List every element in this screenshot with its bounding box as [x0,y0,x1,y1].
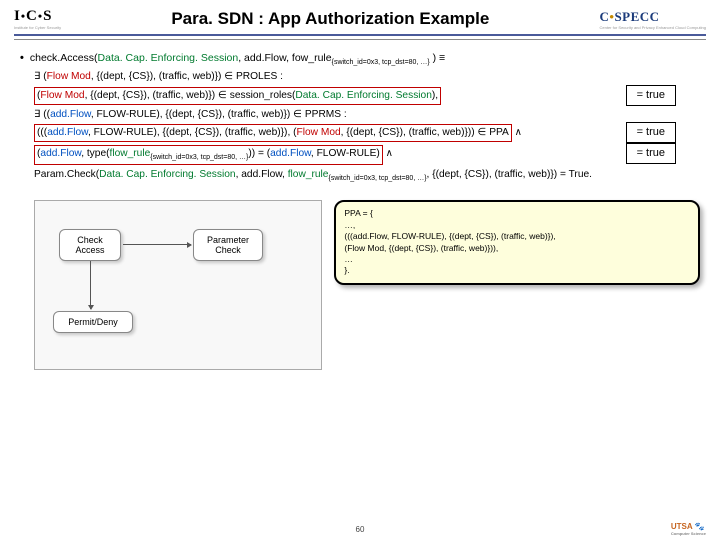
line-2: ∃ (Flow Mod, {(dept, {CS}), (traffic, we… [20,70,700,84]
l1-end: ) ≡ [430,52,445,64]
logo-right-specc: SPECC [614,9,659,24]
arrow-right-icon [123,244,191,245]
l4-pre: ∃ (( [34,109,50,120]
l5-end: , {(dept, {CS}), (traffic, web)})) ∈ PPA [341,127,509,138]
line-1: check.Access(Data. Cap. Enforcing. Sessi… [30,52,445,66]
l7-pre: Param.Check( [34,169,99,180]
ppa-l2: (((add.Flow, FLOW-RULE), {(dept, {CS}), … [344,231,690,242]
l2-rest: , {(dept, {CS}), (traffic, web)}) ∈ PROL… [91,71,283,82]
l1-arg2: , add.Flow, fow_rule [238,52,331,64]
diagram-row: Check Access Parameter Check Permit/Deny… [0,186,720,370]
l2-pre: ∃ ( [34,71,47,82]
page-number: 60 [356,525,365,534]
content-area: • check.Access(Data. Cap. Enforcing. Ses… [0,46,720,183]
flow-diagram: Check Access Parameter Check Permit/Deny [34,200,322,370]
ppa-l1: …, [344,220,690,231]
ppa-l0: PPA = { [344,208,690,219]
line-6-row: (add.Flow, type(flow_rule{switch_id=0x3,… [20,145,700,164]
logo-left-subtitle: Institute for Cyber Security [14,25,61,30]
l6-mid: , type( [81,148,109,159]
l1-pre: check.Access( [30,52,98,64]
node-check-access: Check Access [59,229,121,261]
l7-fr: flow_rule [288,169,329,180]
l7-mid2: , {(dept, {CS}), (traffic, web)}) = True… [427,169,592,180]
header-rule-thick [14,34,706,36]
node-parameter-check: Parameter Check [193,229,263,261]
logo-left-s: S [43,8,52,24]
l6-af: add.Flow [40,148,81,159]
footer-logo: UTSA 🐾 Computer Science [671,522,706,536]
line-7: Param.Check(Data. Cap. Enforcing. Sessio… [20,168,700,183]
l6-af2: add.Flow [270,148,311,159]
footer-logo-sub: Computer Science [671,531,706,536]
true-box-2: = true [626,122,676,143]
l5-and: ∧ [512,127,522,138]
logo-right-subtitle: Center for Security and Privacy Enhanced… [600,25,707,30]
line-4: ∃ ((add.Flow, FLOW-RULE), {(dept, {CS}),… [20,108,700,122]
line-3-redbox: (Flow Mod, {(dept, {CS}), (traffic, web)… [34,87,441,105]
l6-sub: {switch_id=0x3, tcp_dst=80, …} [150,154,248,161]
ppa-l4: … [344,254,690,265]
header: I•C•S Institute for Cyber Security Para.… [0,0,720,34]
ppa-l3: (Flow Mod, {(dept, {CS}), (traffic, web)… [344,243,690,254]
slide-title: Para. SDN : App Authorization Example [61,9,599,29]
logo-right: C•SPECC Center for Security and Privacy … [600,9,707,30]
bullet-row: • check.Access(Data. Cap. Enforcing. Ses… [20,52,700,66]
l7-sub: {switch_id=0x3, tcp_dst=80, …} [328,175,426,182]
l7-arg1: Data. Cap. Enforcing. Session [99,169,235,180]
logo-right-c: C [600,9,610,24]
l1-arg1: Data. Cap. Enforcing. Session [98,52,239,64]
node-permit-deny: Permit/Deny [53,311,133,333]
l5-fm: Flow Mod [297,127,341,138]
ppa-definition-box: PPA = { …, (((add.Flow, FLOW-RULE), {(de… [334,200,700,285]
footer-logo-main: UTSA [671,522,692,531]
arrow-down-icon [90,261,91,309]
l3-fm: Flow Mod [40,90,84,101]
logo-left: I•C•S Institute for Cyber Security [14,8,61,30]
l7-mid: , add.Flow, [236,169,288,180]
l2-fm: Flow Mod [47,71,91,82]
l5-pre: ((( [37,127,47,138]
l3-arg: Data. Cap. Enforcing. Session [295,90,431,101]
footer-logo-icon: 🐾 [695,522,705,531]
l6-end: , FLOW-RULE) [311,148,380,159]
l4-af: add.Flow [50,109,91,120]
ppa-l5: }. [344,265,690,276]
l6-mid2: )) = ( [248,148,270,159]
true-box-3: = true [626,143,676,164]
bullet-dot-icon: • [20,52,24,66]
logo-left-i: I [14,8,21,24]
logo-left-c: C [26,8,38,24]
line-6-redbox: (add.Flow, type(flow_rule{switch_id=0x3,… [34,145,383,164]
line-5-row: (((add.Flow, FLOW-RULE), {(dept, {CS}), … [20,124,700,142]
line-3-row: (Flow Mod, {(dept, {CS}), (traffic, web)… [20,87,700,105]
l3-end: ), [432,90,438,101]
l6-fr: flow_rule [110,148,151,159]
line-5-redbox: (((add.Flow, FLOW-RULE), {(dept, {CS}), … [34,124,512,142]
l3-mid: , {(dept, {CS}), (traffic, web)}) ∈ sess… [85,90,296,101]
header-rule-thin [14,39,706,40]
l5-af: add.Flow [47,127,88,138]
l4-rest: , FLOW-RULE), {(dept, {CS}), (traffic, w… [91,109,347,120]
l5-mid: , FLOW-RULE), {(dept, {CS}), (traffic, w… [88,127,297,138]
l1-sub: {switch_id=0x3, tcp_dst=80, …} [332,59,430,66]
true-box-1: = true [626,85,676,106]
l6-and: ∧ [383,148,393,159]
